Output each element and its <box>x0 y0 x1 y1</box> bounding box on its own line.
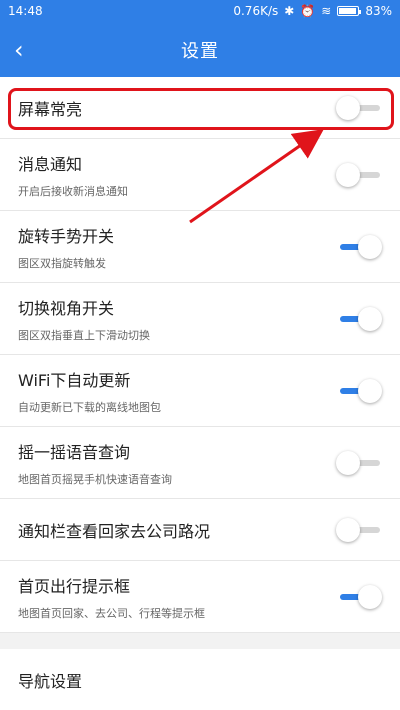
shake-voice-query-toggle[interactable] <box>336 450 382 475</box>
setting-title: 消息通知 <box>18 154 83 174</box>
page-title: 设置 <box>181 40 219 62</box>
wifi-auto-update-toggle[interactable] <box>336 378 382 403</box>
commute-traffic-toggle[interactable] <box>336 517 382 542</box>
setting-shake-voice-query: 摇一摇语音查询 地图首页摇晃手机快速语音查询 <box>0 427 400 499</box>
setting-wifi-auto-update: WiFi下自动更新 自动更新已下载的离线地图包 <box>0 355 400 427</box>
app-header: ‹ 设置 <box>0 22 400 77</box>
navigation-settings-label: 导航设置 <box>18 671 83 691</box>
setting-commute-traffic: 通知栏查看回家去公司路况 <box>0 499 400 561</box>
setting-subtitle: 图区双指垂直上下滑动切换 <box>18 328 150 342</box>
home-trip-tip-toggle[interactable] <box>336 584 382 609</box>
setting-subtitle: 开启后接收新消息通知 <box>18 184 128 198</box>
setting-subtitle: 自动更新已下载的离线地图包 <box>18 400 161 414</box>
setting-subtitle: 地图首页摇晃手机快速语音查询 <box>18 472 172 486</box>
screen-always-on-toggle[interactable] <box>336 95 382 120</box>
setting-screen-always-on: 屏幕常亮 <box>0 77 400 139</box>
alarm-icon: ⏰ <box>300 4 316 18</box>
setting-subtitle: 图区双指旋转触发 <box>18 256 106 270</box>
setting-title: 首页出行提示框 <box>18 576 131 596</box>
settings-screen: 14:48 0.76K/s ✱ ⏰ ≋ 83% ‹ 设置 屏幕常亮 消息通知 开… <box>0 0 400 710</box>
setting-title: WiFi下自动更新 <box>18 370 131 390</box>
wifi-icon: ≋ <box>321 4 332 18</box>
setting-message-notification: 消息通知 开启后接收新消息通知 <box>0 139 400 211</box>
setting-rotate-gesture: 旋转手势开关 图区双指旋转触发 <box>0 211 400 283</box>
status-time: 14:48 <box>8 4 43 18</box>
setting-title: 旋转手势开关 <box>18 226 115 246</box>
battery-percent: 83% <box>365 4 392 18</box>
setting-title: 切换视角开关 <box>18 298 115 318</box>
setting-subtitle: 地图首页回家、去公司、行程等提示框 <box>18 606 205 620</box>
rotate-gesture-toggle[interactable] <box>336 234 382 259</box>
status-indicators: 0.76K/s ✱ ⏰ ≋ 83% <box>233 4 392 18</box>
section-divider <box>0 633 400 649</box>
bluetooth-icon: ✱ <box>284 4 295 18</box>
navigation-settings-item[interactable]: 导航设置 <box>0 649 400 710</box>
message-notification-toggle[interactable] <box>336 162 382 187</box>
setting-title: 屏幕常亮 <box>18 99 83 119</box>
status-bar: 14:48 0.76K/s ✱ ⏰ ≋ 83% <box>0 0 400 22</box>
network-speed: 0.76K/s <box>233 4 279 18</box>
settings-list: 屏幕常亮 消息通知 开启后接收新消息通知 旋转手势开关 图区双指旋转触发 切换视… <box>0 77 400 633</box>
setting-home-trip-tip: 首页出行提示框 地图首页回家、去公司、行程等提示框 <box>0 561 400 633</box>
setting-view-angle: 切换视角开关 图区双指垂直上下滑动切换 <box>0 283 400 355</box>
setting-title: 摇一摇语音查询 <box>18 442 131 462</box>
battery-icon <box>337 6 362 16</box>
setting-title: 通知栏查看回家去公司路况 <box>18 521 211 541</box>
back-button[interactable]: ‹ <box>14 22 54 77</box>
chevron-left-icon: ‹ <box>14 35 24 64</box>
view-angle-toggle[interactable] <box>336 306 382 331</box>
